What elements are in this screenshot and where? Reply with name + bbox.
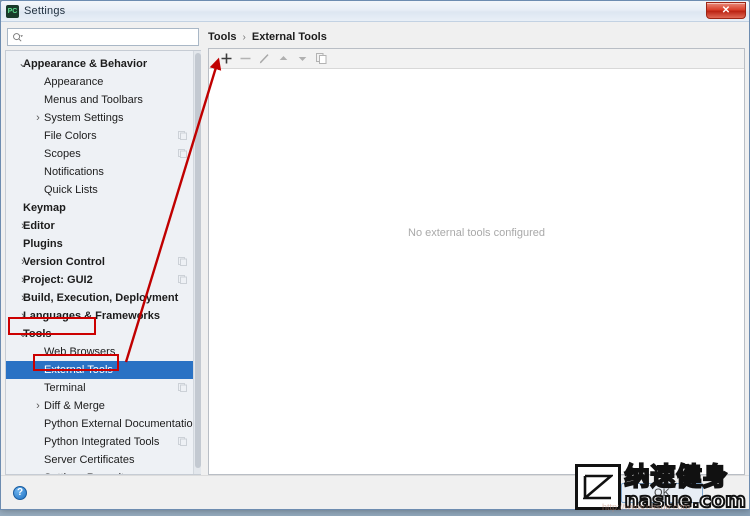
- dialog-footer: ? OK: [1, 475, 749, 509]
- chevron-right-icon[interactable]: ›: [15, 272, 31, 288]
- title-bar: PC Settings ✕: [1, 1, 749, 22]
- chevron-right-icon[interactable]: ›: [15, 290, 31, 306]
- sidebar-item-plugins[interactable]: Plugins: [6, 235, 201, 253]
- sidebar-item-editor[interactable]: › Editor: [6, 217, 201, 235]
- tree-scrollbar[interactable]: [193, 50, 201, 474]
- scope-badge-icon: [178, 436, 187, 446]
- external-tools-panel: No external tools configured: [208, 48, 745, 475]
- sidebar-item-languages-frameworks[interactable]: › Languages & Frameworks: [6, 307, 201, 325]
- sidebar-item-file-colors[interactable]: File Colors: [6, 127, 201, 145]
- chevron-right-icon[interactable]: ›: [15, 308, 31, 324]
- settings-tree[interactable]: ⌄ Appearance & Behavior Appearance Menus an…: [5, 49, 201, 475]
- sidebar-item-label: Keymap: [23, 201, 66, 214]
- window-title: Settings: [24, 5, 66, 17]
- minus-icon: [240, 57, 251, 60]
- sidebar-item-terminal[interactable]: Terminal: [6, 379, 201, 397]
- edit-button[interactable]: [255, 50, 274, 68]
- sidebar-item-label: Python External Documentation: [44, 417, 199, 430]
- move-down-button[interactable]: [293, 50, 312, 68]
- copy-icon: [316, 53, 327, 64]
- sidebar-item-label: Menus and Toolbars: [44, 93, 143, 106]
- breadcrumb-current: External Tools: [251, 31, 327, 43]
- pencil-icon: [259, 54, 269, 64]
- settings-window: PC Settings ✕ ⌄ Appearance & Behavior Appe…: [0, 0, 750, 510]
- sidebar-item-project-gui2[interactable]: › Project: GUI2: [6, 271, 201, 289]
- scope-badge-icon: [178, 382, 187, 392]
- sidebar-item-label: Scopes: [44, 147, 81, 160]
- search-icon: [13, 33, 23, 42]
- ok-button[interactable]: OK: [621, 483, 703, 503]
- chevron-down-icon[interactable]: ⌄: [15, 57, 31, 70]
- scope-badge-icon: [178, 274, 187, 284]
- move-up-button[interactable]: [274, 50, 293, 68]
- breadcrumb: Tools › External Tools: [208, 26, 745, 48]
- chevron-right-icon[interactable]: ›: [15, 218, 31, 234]
- pycharm-icon: PC: [6, 4, 19, 18]
- sidebar-item-python-external-documentation[interactable]: Python External Documentation: [6, 415, 201, 433]
- settings-detail-pane: Tools › External Tools No external tools…: [201, 26, 745, 475]
- sidebar-item-tools[interactable]: ⌄ Tools: [6, 325, 201, 343]
- sidebar-item-notifications[interactable]: Notifications: [6, 163, 201, 181]
- sidebar-item-label: Web Browsers: [44, 345, 116, 358]
- sidebar-item-label: Build, Execution, Deployment: [23, 291, 179, 304]
- sidebar-item-label: Plugins: [23, 237, 63, 250]
- breadcrumb-parent[interactable]: Tools: [208, 31, 237, 43]
- sidebar-item-keymap[interactable]: Keymap: [6, 199, 201, 217]
- sidebar-item-external-tools[interactable]: External Tools: [6, 360, 201, 379]
- sidebar-item-label: System Settings: [44, 111, 124, 124]
- sidebar-item-server-certificates[interactable]: Server Certificates: [6, 451, 201, 469]
- chevron-down-icon[interactable]: ⌄: [15, 327, 31, 340]
- copy-button[interactable]: [312, 50, 331, 68]
- settings-tree-list: ⌄ Appearance & Behavior Appearance Menus an…: [6, 51, 201, 474]
- sidebar-item-label: Terminal: [44, 381, 86, 394]
- scope-badge-icon: [178, 256, 187, 266]
- external-tools-toolbar: [209, 49, 744, 69]
- sidebar-item-appearance-behavior[interactable]: ⌄ Appearance & Behavior: [6, 55, 201, 73]
- chevron-right-icon[interactable]: ›: [30, 110, 46, 126]
- sidebar-item-scopes[interactable]: Scopes: [6, 145, 201, 163]
- tree-scrollbar-thumb[interactable]: [195, 52, 201, 468]
- sidebar-item-label: Quick Lists: [44, 183, 98, 196]
- sidebar-item-version-control[interactable]: › Version Control: [6, 253, 201, 271]
- sidebar-item-python-integrated-tools[interactable]: Python Integrated Tools: [6, 433, 201, 451]
- sidebar-item-build-execution-deployment[interactable]: › Build, Execution, Deployment: [6, 289, 201, 307]
- scope-badge-icon: [178, 148, 187, 158]
- sidebar-item-quick-lists[interactable]: Quick Lists: [6, 181, 201, 199]
- chevron-right-icon[interactable]: ›: [30, 398, 46, 414]
- sidebar-item-label: External Tools: [44, 363, 113, 376]
- sidebar-item-web-browsers[interactable]: Web Browsers: [6, 343, 201, 361]
- external-tools-list[interactable]: No external tools configured: [209, 69, 744, 474]
- add-button[interactable]: [217, 50, 236, 68]
- sidebar-item-label: Appearance: [44, 75, 104, 88]
- close-icon[interactable]: ✕: [706, 2, 746, 19]
- arrow-down-icon: [298, 57, 307, 61]
- plus-icon: [221, 53, 232, 64]
- sidebar-item-label: Notifications: [44, 165, 104, 178]
- search-field[interactable]: [7, 28, 199, 46]
- help-icon[interactable]: ?: [13, 485, 27, 500]
- remove-button[interactable]: [236, 50, 255, 68]
- scope-badge-icon: [178, 130, 187, 140]
- dialog-body: ⌄ Appearance & Behavior Appearance Menus an…: [1, 22, 749, 475]
- sidebar-item-label: Diff & Merge: [44, 399, 105, 412]
- sidebar-item-label: Server Certificates: [44, 453, 135, 466]
- breadcrumb-separator-icon: ›: [242, 31, 246, 43]
- chevron-right-icon[interactable]: ›: [15, 254, 31, 270]
- sidebar-item-label: Python Integrated Tools: [44, 435, 160, 448]
- sidebar-item-system-settings[interactable]: › System Settings: [6, 109, 201, 127]
- arrow-up-icon: [279, 56, 288, 60]
- sidebar-item-label: File Colors: [44, 129, 97, 142]
- sidebar-item-menus-and-toolbars[interactable]: Menus and Toolbars: [6, 91, 201, 109]
- settings-sidebar: ⌄ Appearance & Behavior Appearance Menus an…: [5, 26, 201, 475]
- sidebar-item-diff-merge[interactable]: › Diff & Merge: [6, 397, 201, 415]
- sidebar-item-appearance[interactable]: Appearance: [6, 73, 201, 91]
- search-input[interactable]: [28, 29, 196, 45]
- empty-state-message: No external tools configured: [408, 226, 545, 239]
